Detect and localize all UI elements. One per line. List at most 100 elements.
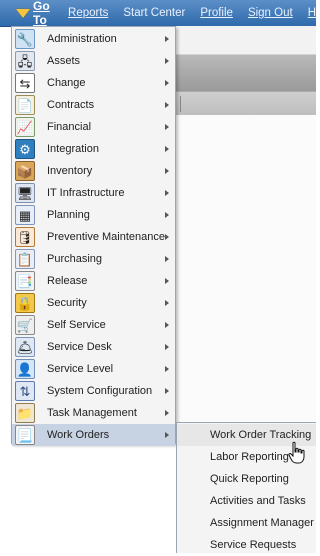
submenu-arrow-icon <box>165 234 169 240</box>
menu-item-self-service[interactable]: 🛒 Self Service <box>12 314 175 336</box>
menu-item-label: Release <box>47 275 88 287</box>
submenu-arrow-icon <box>165 256 169 262</box>
menu-item-label: Integration <box>47 143 99 155</box>
self-service-icon: 🛒 <box>15 315 35 335</box>
submenu-arrow-icon <box>165 212 169 218</box>
menu-item-financial[interactable]: 📈 Financial <box>12 116 175 138</box>
administration-icon: 🔧 <box>15 29 35 49</box>
submenu-arrow-icon <box>165 278 169 284</box>
menu-item-label: Assets <box>47 55 81 67</box>
submenu-arrow-icon <box>165 388 169 394</box>
menu-item-label: Purchasing <box>47 253 103 265</box>
app-header-band <box>176 26 316 55</box>
menu-item-assets[interactable]: 🖧 Assets <box>12 50 175 72</box>
menu-item-label: Administration <box>47 33 117 45</box>
submenu-arrow-icon <box>165 36 169 42</box>
menu-item-label: IT Infrastructure <box>47 187 125 199</box>
app-title-band <box>176 55 316 91</box>
top-nav-bar: Go To Reports Start Center Profile Sign … <box>0 0 316 27</box>
go-to-triangle-icon <box>16 8 30 18</box>
profile-link[interactable]: Profile <box>200 7 233 19</box>
menu-item-label: Service Level <box>47 363 114 375</box>
preventive-maintenance-icon: 🛢 <box>15 227 35 247</box>
integration-icon: ⚙ <box>15 139 35 159</box>
menu-item-security[interactable]: 🔒 Security <box>12 292 175 314</box>
submenu-arrow-icon <box>165 124 169 130</box>
menu-item-label: Security <box>47 297 87 309</box>
menu-item-task-management[interactable]: 📁 Task Management <box>12 402 175 424</box>
planning-icon: ▦ <box>15 205 35 225</box>
start-center-link[interactable]: Start Center <box>123 7 185 19</box>
service-level-icon: 👤 <box>15 359 35 379</box>
purchasing-icon: 📋 <box>15 249 35 269</box>
reports-link[interactable]: Reports <box>68 7 108 19</box>
submenu-arrow-icon <box>165 58 169 64</box>
sign-out-link-label: Sign Out <box>247 7 293 19</box>
go-to-label: Go To <box>33 0 50 27</box>
app-toolbar <box>176 91 316 117</box>
security-icon: 🔒 <box>15 293 35 313</box>
system-configuration-icon: ⇅ <box>15 381 35 401</box>
menu-item-service-desk[interactable]: 🛎 Service Desk <box>12 336 175 358</box>
menu-item-service-level[interactable]: 👤 Service Level <box>12 358 175 380</box>
submenu-arrow-icon <box>165 80 169 86</box>
menu-item-planning[interactable]: ▦ Planning <box>12 204 175 226</box>
submenu-arrow-icon <box>165 432 169 438</box>
submenu-arrow-icon <box>165 102 169 108</box>
submenu-arrow-icon <box>165 344 169 350</box>
menu-item-inventory[interactable]: 📦 Inventory <box>12 160 175 182</box>
toolbar-separator <box>180 96 181 112</box>
help-link[interactable]: H <box>308 7 316 19</box>
submenu-item-activities-and-tasks[interactable]: Activities and Tasks <box>177 490 316 512</box>
menu-item-it-infrastructure[interactable]: 🖥 IT Infrastructure <box>12 182 175 204</box>
menu-item-purchasing[interactable]: 📋 Purchasing <box>12 248 175 270</box>
submenu-arrow-icon <box>165 322 169 328</box>
assets-icon: 🖧 <box>15 51 35 71</box>
help-link-label: H <box>307 7 316 19</box>
menu-item-label: Financial <box>47 121 92 133</box>
submenu-arrow-icon <box>165 190 169 196</box>
start-center-link-label: Start Center <box>123 7 186 19</box>
inventory-icon: 📦 <box>15 161 35 181</box>
reports-link-label: Reports <box>68 7 109 19</box>
menu-item-label: Service Desk <box>47 341 112 353</box>
submenu-arrow-icon <box>165 300 169 306</box>
go-to-dropdown-menu: 🔧 Administration 🖧 Assets ⇆ Change 📄 Con… <box>11 26 176 446</box>
hand-cursor-icon <box>288 441 305 464</box>
menu-item-label: Work Orders <box>47 429 110 441</box>
change-icon: ⇆ <box>15 73 35 93</box>
menu-item-administration[interactable]: 🔧 Administration <box>12 28 175 50</box>
service-desk-icon: 🛎 <box>15 337 35 357</box>
menu-item-contracts[interactable]: 📄 Contracts <box>12 94 175 116</box>
contracts-icon: 📄 <box>15 95 35 115</box>
menu-item-label: Task Management <box>47 407 137 419</box>
menu-item-label: Inventory <box>47 165 93 177</box>
submenu-arrow-icon <box>165 146 169 152</box>
menu-item-preventive-maintenance[interactable]: 🛢 Preventive Maintenance <box>12 226 175 248</box>
menu-item-label: Change <box>47 77 86 89</box>
profile-link-label: Profile <box>200 7 233 19</box>
menu-item-label: System Configuration <box>47 385 153 397</box>
menu-item-label: Planning <box>47 209 90 221</box>
submenu-arrow-icon <box>165 366 169 372</box>
go-to-menu[interactable]: Go To <box>0 0 53 27</box>
submenu-arrow-icon <box>165 168 169 174</box>
it-infrastructure-icon: 🖥 <box>15 183 35 203</box>
submenu-item-quick-reporting[interactable]: Quick Reporting <box>177 468 316 490</box>
sign-out-link[interactable]: Sign Out <box>248 7 293 19</box>
financial-icon: 📈 <box>15 117 35 137</box>
menu-item-label: Self Service <box>47 319 106 331</box>
release-icon: 📑 <box>15 271 35 291</box>
menu-item-label: Contracts <box>47 99 95 111</box>
menu-item-label: Preventive Maintenance <box>46 231 165 243</box>
menu-item-change[interactable]: ⇆ Change <box>12 72 175 94</box>
menu-item-work-orders[interactable]: 📃 Work Orders <box>12 424 175 446</box>
menu-item-release[interactable]: 📑 Release <box>12 270 175 292</box>
submenu-arrow-icon <box>165 410 169 416</box>
app-content-area <box>176 115 316 444</box>
menu-item-integration[interactable]: ⚙ Integration <box>12 138 175 160</box>
submenu-item-assignment-manager[interactable]: Assignment Manager <box>177 512 316 534</box>
task-management-icon: 📁 <box>15 403 35 423</box>
work-orders-icon: 📃 <box>15 425 35 445</box>
menu-item-system-configuration[interactable]: ⇅ System Configuration <box>12 380 175 402</box>
